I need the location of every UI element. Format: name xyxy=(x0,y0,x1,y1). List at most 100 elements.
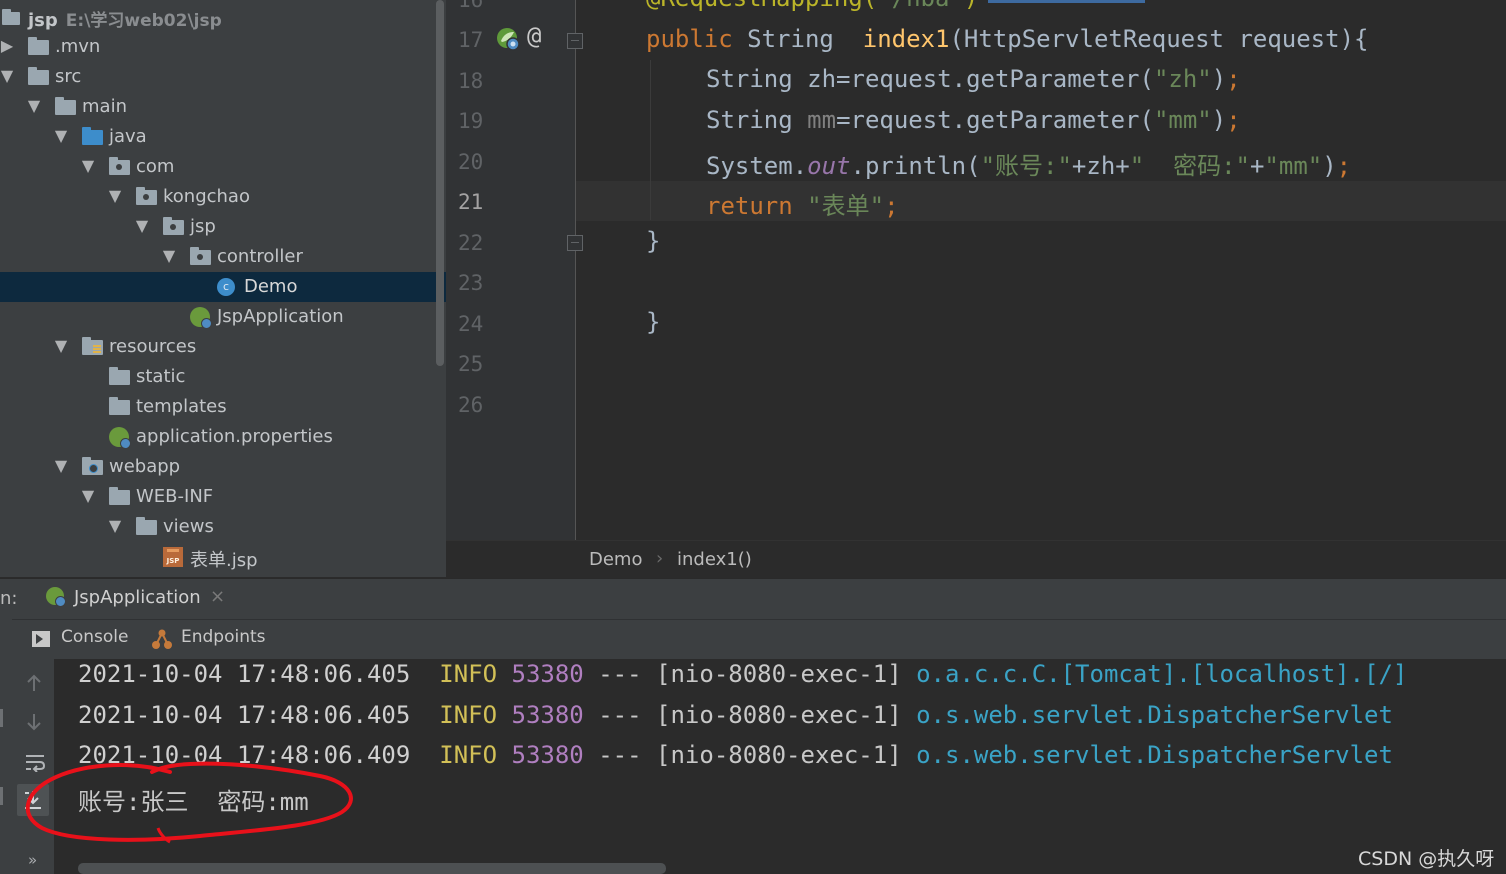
line-number: 26 xyxy=(458,393,484,417)
chevron-down-icon[interactable]: ▼ xyxy=(0,66,14,85)
tree-item-templates[interactable]: templates xyxy=(0,392,446,422)
edge-marker xyxy=(0,787,3,805)
tree-root[interactable]: jsp E:\学习web02\jsp xyxy=(0,2,446,32)
package-icon xyxy=(109,157,130,175)
indent-guide xyxy=(650,60,651,220)
chevron-down-icon[interactable]: ▼ xyxy=(108,516,122,535)
folder-icon xyxy=(109,487,130,505)
tree-item-src[interactable]: ▼ src xyxy=(0,62,446,92)
package-icon xyxy=(163,217,184,235)
more-tools-icon[interactable]: » xyxy=(28,851,37,869)
line-number: 24 xyxy=(458,312,484,336)
folder-icon xyxy=(55,97,76,115)
tree-item-jspapplication[interactable]: JspApplication xyxy=(0,302,446,332)
fold-end-icon[interactable] xyxy=(567,235,583,251)
tree-item-webapp[interactable]: ▼ webapp xyxy=(0,452,446,482)
breadcrumb-class[interactable]: Demo xyxy=(589,549,642,570)
tree-item-kongchao[interactable]: ▼ kongchao xyxy=(0,182,446,212)
line-number: 19 xyxy=(458,109,484,133)
tree-item-resources[interactable]: ▼ resources xyxy=(0,332,446,362)
chevron-down-icon[interactable]: ▼ xyxy=(81,486,95,505)
chevron-down-icon[interactable]: ▼ xyxy=(162,246,176,265)
web-folder-icon xyxy=(82,457,103,475)
line-number: 16 xyxy=(458,0,484,12)
package-icon xyxy=(190,247,211,265)
editor-breadcrumb: Demo › index1() xyxy=(446,540,1506,578)
line-number: 18 xyxy=(458,69,484,93)
fold-minus-icon[interactable] xyxy=(567,33,583,49)
chevron-down-icon[interactable]: ▼ xyxy=(54,126,68,145)
package-icon xyxy=(136,187,157,205)
spring-boot-class-icon xyxy=(190,307,212,329)
folder-icon xyxy=(28,67,49,85)
breadcrumb-separator: › xyxy=(656,548,664,569)
line-number: 23 xyxy=(458,271,484,295)
folder-icon xyxy=(109,397,130,415)
source-folder-icon xyxy=(82,127,103,145)
chevron-down-icon[interactable]: ▼ xyxy=(54,336,68,355)
line-number: 20 xyxy=(458,150,484,174)
folder-icon xyxy=(28,37,49,55)
project-tree: jsp E:\学习web02\jsp ▶ .mvn ▼ src ▼ main ▼ … xyxy=(0,0,446,577)
tree-item-demo[interactable]: c Demo xyxy=(0,272,446,302)
tree-item-form-jsp[interactable]: JSP 表单.jsp xyxy=(0,542,446,572)
code-line-17: public String index1(HttpServletRequest … xyxy=(646,25,1369,53)
chevron-down-icon[interactable]: ▼ xyxy=(108,186,122,205)
arrow-up-icon[interactable] xyxy=(24,673,44,693)
tree-item-com[interactable]: ▼ com xyxy=(0,152,446,182)
chevron-down-icon[interactable]: ▼ xyxy=(54,456,68,475)
run-tab-hitbox[interactable] xyxy=(42,578,242,618)
line-number-current: 21 xyxy=(458,190,484,214)
code-line-16: @RequestMapping("/hba") xyxy=(646,0,978,12)
line-number: 25 xyxy=(458,352,484,376)
spring-mapping-icon[interactable] xyxy=(496,27,520,51)
divider xyxy=(12,619,1506,620)
gutter-divider xyxy=(575,0,576,540)
tree-item-main[interactable]: ▼ main xyxy=(0,92,446,122)
project-folder-icon xyxy=(2,9,20,25)
code-line-22: } xyxy=(646,227,661,255)
spring-properties-icon xyxy=(109,427,131,449)
resources-folder-icon xyxy=(82,337,103,355)
folder-icon xyxy=(136,517,157,535)
code-line-21: return "表单"; xyxy=(706,192,899,220)
tree-item-mvn[interactable]: ▶ .mvn xyxy=(0,32,446,62)
annotation-at-icon[interactable]: @ xyxy=(527,22,541,50)
tree-item-static[interactable]: static xyxy=(0,362,446,392)
red-annotation-circle xyxy=(25,761,353,844)
project-path: E:\学习web02\jsp xyxy=(65,11,222,31)
left-edge-strip xyxy=(0,619,12,874)
chevron-right-icon[interactable]: ▶ xyxy=(0,36,14,55)
tree-item-views[interactable]: ▼ views xyxy=(0,512,446,542)
endpoints-icon xyxy=(152,629,172,649)
code-line-18: String zh=request.getParameter("zh"); xyxy=(706,65,1241,93)
code-line-20: System.out.println("账号:"+zh+" 密码:"+"mm")… xyxy=(706,152,1352,180)
tree-scrollbar[interactable] xyxy=(436,0,444,366)
run-label: n: xyxy=(0,588,18,609)
chevron-down-icon[interactable]: ▼ xyxy=(27,96,41,115)
tree-item-web-inf[interactable]: ▼ WEB-INF xyxy=(0,482,446,512)
console-horizontal-scrollbar[interactable] xyxy=(78,863,666,874)
csdn-watermark: CSDN @执久呀 xyxy=(1358,848,1495,870)
console-icon xyxy=(32,631,50,647)
arrow-down-icon[interactable] xyxy=(24,712,44,732)
tree-item-application-properties[interactable]: application.properties xyxy=(0,422,446,452)
tree-item-java[interactable]: ▼ java xyxy=(0,122,446,152)
usage-highlight xyxy=(988,0,1145,3)
chevron-down-icon[interactable]: ▼ xyxy=(135,216,149,235)
code-line-24: } xyxy=(646,308,661,336)
tree-item-controller[interactable]: ▼ controller xyxy=(0,242,446,272)
line-number: 17 xyxy=(458,28,484,52)
line-number: 22 xyxy=(458,231,484,255)
run-subtabs: Console Endpoints xyxy=(0,619,1506,659)
breadcrumb-method[interactable]: index1() xyxy=(677,549,752,570)
tab-endpoints[interactable]: Endpoints xyxy=(150,627,270,657)
jsp-file-icon: JSP xyxy=(163,547,183,567)
log-line: 2021-10-04 17:48:06.405 INFO 53380 --- [… xyxy=(78,701,1393,729)
tree-item-jsp[interactable]: ▼ jsp xyxy=(0,212,446,242)
chevron-down-icon[interactable]: ▼ xyxy=(81,156,95,175)
code-line-19: String mm=request.getParameter("mm"); xyxy=(706,106,1241,134)
log-line: 2021-10-04 17:48:06.405 INFO 53380 --- [… xyxy=(78,660,1408,688)
folder-icon xyxy=(109,367,130,385)
class-icon: c xyxy=(217,278,235,296)
